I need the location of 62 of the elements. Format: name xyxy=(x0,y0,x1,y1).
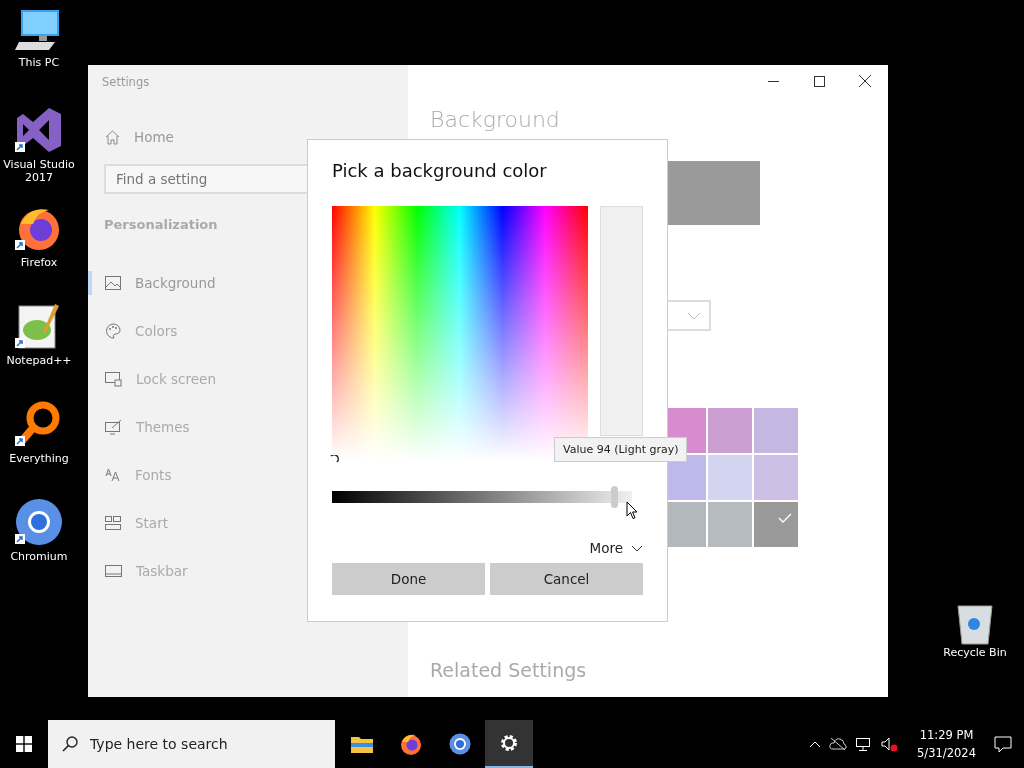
section-heading: Personalization xyxy=(103,216,219,234)
shortcut-arrow-icon xyxy=(15,436,25,446)
monitor-brush-icon xyxy=(105,419,122,435)
desktop-icon-label[interactable]: Visual Studio 2017 xyxy=(2,158,76,184)
desktop-icon-label[interactable]: Notepad++ xyxy=(2,354,76,367)
folder-icon xyxy=(351,735,373,753)
taskbar-app-button[interactable] xyxy=(485,720,533,768)
search-placeholder: Type here to search xyxy=(90,736,228,752)
home-icon xyxy=(105,129,120,145)
tooltip: Value 94 (Light gray) xyxy=(554,437,688,462)
page-heading: Background xyxy=(430,106,561,134)
fonts-icon xyxy=(105,468,121,482)
cloud-off-icon[interactable] xyxy=(829,737,848,751)
chevron-down-icon xyxy=(631,544,643,552)
section-heading: Related Settings xyxy=(430,659,588,681)
recycle-bin-icon xyxy=(956,602,994,646)
check-icon xyxy=(778,512,792,523)
shortcut-arrow-icon xyxy=(15,142,25,152)
infinity-logo-icon xyxy=(15,106,63,154)
date-text: 5/31/2024 xyxy=(917,745,976,762)
cancel-button[interactable]: Cancel xyxy=(490,563,643,595)
picture-icon xyxy=(105,276,121,290)
slider-thumb[interactable] xyxy=(611,486,618,508)
window-title: Settings xyxy=(101,74,151,91)
chromium-icon xyxy=(449,733,471,755)
color-swatch[interactable] xyxy=(754,455,798,500)
time-text: 11:29 PM xyxy=(918,727,975,744)
fox-globe-icon xyxy=(399,732,423,756)
desktop-icon-label[interactable]: Firefox xyxy=(2,256,76,269)
windows-logo-icon xyxy=(16,736,32,752)
desktop-icon-label[interactable]: Everything xyxy=(2,452,76,465)
color-swatch[interactable] xyxy=(708,455,752,500)
color-swatch[interactable] xyxy=(754,502,798,547)
shortcut-arrow-icon xyxy=(15,240,25,250)
mouse-cursor-icon xyxy=(626,501,638,520)
minimize-icon xyxy=(767,80,779,82)
settings-icon xyxy=(499,733,519,753)
taskbar-search-field[interactable]: Type here to search xyxy=(48,720,335,768)
color-swatch[interactable] xyxy=(708,502,752,547)
shortcut-arrow-icon xyxy=(15,534,25,544)
start-tiles-icon xyxy=(105,516,121,530)
desktop-icon-label[interactable]: Recycle Bin xyxy=(938,646,1012,659)
chevron-down-icon xyxy=(687,311,701,320)
chromium-icon xyxy=(15,498,63,546)
chevron-up-icon[interactable] xyxy=(809,740,822,748)
color-swatch[interactable] xyxy=(754,408,798,453)
done-button[interactable]: Done xyxy=(332,563,485,595)
picker-ring-icon xyxy=(329,455,339,465)
notification-icon[interactable] xyxy=(994,735,1012,753)
desktop-icon-label[interactable]: This PC xyxy=(2,56,76,69)
color-swatch[interactable] xyxy=(708,408,752,453)
taskbar-icon xyxy=(105,565,122,577)
close-icon xyxy=(859,75,871,87)
shortcut-arrow-icon xyxy=(15,338,25,348)
more-button[interactable]: More xyxy=(589,540,643,556)
volume-muted-icon[interactable] xyxy=(881,736,900,752)
clock[interactable]: 11:29 PM 5/31/2024 xyxy=(907,726,986,762)
search-icon xyxy=(62,736,78,752)
palette-icon xyxy=(105,323,121,339)
lock-screen-icon xyxy=(105,371,122,387)
maximize-icon xyxy=(813,75,825,87)
desktop-icon-label[interactable]: Chromium xyxy=(2,550,76,563)
